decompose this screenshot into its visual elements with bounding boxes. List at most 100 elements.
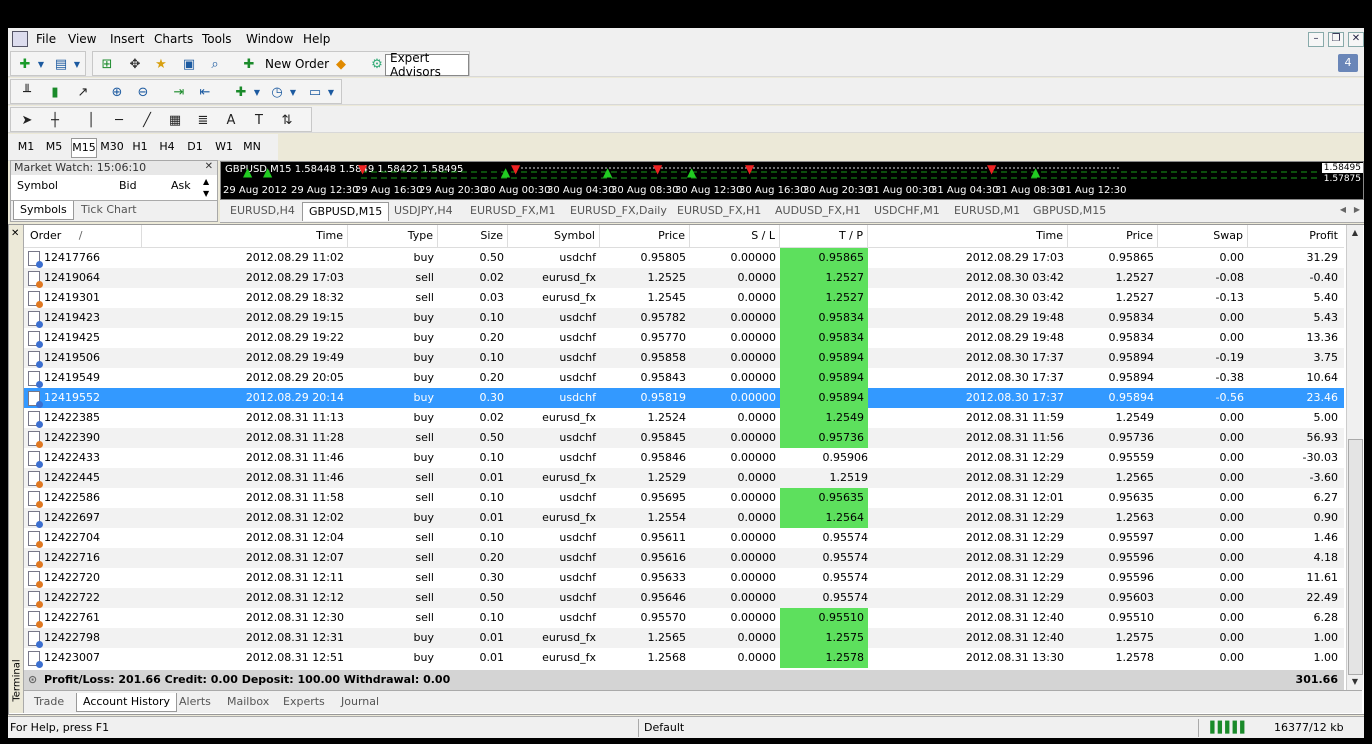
table-row[interactable]: 12423007 2012.08.31 12:51 buy 0.01 eurusd_fx… — [24, 648, 1344, 668]
col-profit[interactable]: Profit — [1248, 225, 1344, 247]
timeframe-mn[interactable]: MN — [240, 138, 264, 156]
tabs-scroll-left-icon[interactable]: ◀ — [1340, 205, 1346, 214]
tab-experts[interactable]: Experts — [283, 693, 325, 711]
timeframe-w1[interactable]: W1 — [212, 138, 236, 156]
vertical-line-icon[interactable]: │ — [83, 112, 99, 128]
col-order[interactable]: Order / — [24, 225, 142, 247]
table-row[interactable]: 12422704 2012.08.31 12:04 sell 0.10 usdchf 0.… — [24, 528, 1344, 548]
fibonacci-icon[interactable]: ≣ — [195, 112, 211, 128]
strategy-tester-icon[interactable]: ⌕ — [207, 56, 223, 72]
scroll-thumb[interactable] — [1348, 439, 1363, 675]
col-close-time[interactable]: Time — [868, 225, 1068, 247]
chart-tab-active[interactable]: GBPUSD,M15 — [302, 202, 390, 221]
text-icon[interactable]: A — [223, 112, 239, 128]
crosshair-icon[interactable]: ┼ — [47, 112, 63, 128]
menu-window[interactable]: Window — [246, 32, 293, 46]
tab-symbols[interactable]: Symbols — [13, 201, 74, 220]
menu-help[interactable]: Help — [303, 32, 330, 46]
trendline-icon[interactable]: ╱ — [139, 112, 155, 128]
col-symbol[interactable]: Symbol — [17, 179, 58, 192]
col-ask[interactable]: Ask — [171, 179, 191, 192]
table-row[interactable]: 12422385 2012.08.31 11:13 buy 0.02 eurusd_fx… — [24, 408, 1344, 428]
table-row[interactable]: 12419506 2012.08.29 19:49 buy 0.10 usdchf 0.9… — [24, 348, 1344, 368]
tab-tick-chart[interactable]: Tick Chart — [81, 201, 137, 219]
warning-icon[interactable]: ◆ — [333, 56, 349, 72]
table-row[interactable]: 12422761 2012.08.31 12:30 sell 0.10 usdchf 0.… — [24, 608, 1344, 628]
table-row[interactable]: 12422586 2012.08.31 11:58 sell 0.10 usdchf 0.… — [24, 488, 1344, 508]
table-row[interactable]: 12422722 2012.08.31 12:12 sell 0.50 usdchf 0.… — [24, 588, 1344, 608]
timeframe-h4[interactable]: H4 — [156, 138, 178, 156]
timeframe-m1[interactable]: M1 — [14, 138, 38, 156]
table-row[interactable]: 12419549 2012.08.29 20:05 buy 0.20 usdchf 0.9… — [24, 368, 1344, 388]
table-row[interactable]: 12422390 2012.08.31 11:28 sell 0.50 usdchf 0.… — [24, 428, 1344, 448]
timeframe-m30[interactable]: M30 — [99, 138, 125, 156]
chart-tab[interactable]: AUDUSD_FX,H1 — [775, 202, 861, 220]
chart-tab[interactable]: GBPUSD,M15 — [1033, 202, 1106, 220]
table-row[interactable]: 12422720 2012.08.31 12:11 sell 0.30 usdchf 0.… — [24, 568, 1344, 588]
table-row[interactable]: 12422798 2012.08.31 12:31 buy 0.01 eurusd_fx… — [24, 628, 1344, 648]
chart-tab[interactable]: EURUSD,M1 — [954, 202, 1020, 220]
app-icon[interactable] — [12, 31, 28, 47]
timeframe-d1[interactable]: D1 — [184, 138, 206, 156]
menu-insert[interactable]: Insert — [110, 32, 144, 46]
periods-icon[interactable]: ◷ — [269, 84, 285, 100]
terminal-icon[interactable]: ▣ — [181, 56, 197, 72]
templates-icon[interactable]: ▭ — [307, 84, 323, 100]
col-swap[interactable]: Swap — [1158, 225, 1248, 247]
table-row[interactable]: 12419301 2012.08.29 18:32 sell 0.03 eurusd_f… — [24, 288, 1344, 308]
chart-tab[interactable]: EURUSD_FX,M1 — [470, 202, 556, 220]
arrows-icon[interactable]: ⇅ — [279, 112, 295, 128]
menu-file[interactable]: File — [36, 32, 56, 46]
table-row[interactable]: 12419552 2012.08.29 20:14 buy 0.30 usdchf 0.9… — [24, 388, 1344, 408]
col-open-time[interactable]: Time — [142, 225, 348, 247]
table-row[interactable]: 12422433 2012.08.31 11:46 buy 0.10 usdchf 0.9… — [24, 448, 1344, 468]
expert-advisors-button[interactable]: Expert Advisors — [385, 51, 469, 79]
menu-tools[interactable]: Tools — [202, 32, 232, 46]
chevron-down-icon[interactable]: ▼ — [249, 84, 265, 100]
tab-journal[interactable]: Journal — [341, 693, 379, 711]
candlestick-icon[interactable]: ▮ — [47, 84, 63, 100]
table-row[interactable]: 12422697 2012.08.31 12:02 buy 0.01 eurusd_fx… — [24, 508, 1344, 528]
timeframe-m15[interactable]: M15 — [71, 138, 97, 158]
table-row[interactable]: 12419425 2012.08.29 19:22 buy 0.20 usdchf 0.9… — [24, 328, 1344, 348]
close-icon[interactable]: ✕ — [1348, 32, 1364, 47]
chevron-down-icon[interactable]: ▼ — [323, 84, 339, 100]
new-chart-icon[interactable]: ✚ — [17, 56, 33, 72]
col-tp[interactable]: T / P — [780, 225, 868, 247]
col-symbol[interactable]: Symbol — [508, 225, 600, 247]
col-open-price[interactable]: Price — [600, 225, 690, 247]
menu-view[interactable]: View — [68, 32, 96, 46]
market-watch-icon[interactable]: ⊞ — [99, 56, 115, 72]
zoom-in-icon[interactable]: ⊕ — [109, 84, 125, 100]
tab-trade[interactable]: Trade — [34, 693, 64, 711]
col-close-price[interactable]: Price — [1068, 225, 1158, 247]
table-row[interactable]: 12417766 2012.08.29 11:02 buy 0.50 usdchf 0.9… — [24, 248, 1344, 268]
cursor-icon[interactable]: ➤ — [19, 112, 35, 128]
table-row[interactable]: 12419423 2012.08.29 19:15 buy 0.10 usdchf 0.9… — [24, 308, 1344, 328]
table-row[interactable]: 12419064 2012.08.29 17:03 sell 0.02 eurusd_f… — [24, 268, 1344, 288]
scroll-down-icon[interactable]: ▼ — [1348, 675, 1362, 689]
scroll-up-icon[interactable]: ▲ — [1348, 226, 1362, 240]
chevron-down-icon[interactable]: ▼ — [285, 84, 301, 100]
timeframe-h1[interactable]: H1 — [129, 138, 151, 156]
line-chart-icon[interactable]: ↗ — [75, 84, 91, 100]
indicators-icon[interactable]: ✚ — [233, 84, 249, 100]
table-row[interactable]: 12422716 2012.08.31 12:07 sell 0.20 usdchf 0.… — [24, 548, 1344, 568]
chart-tab[interactable]: EURUSD_FX,H1 — [677, 202, 761, 220]
tabs-scroll-right-icon[interactable]: ▶ — [1354, 205, 1360, 214]
new-order-icon[interactable]: ✚ — [241, 56, 257, 72]
restore-icon[interactable]: ❐ — [1328, 32, 1344, 47]
table-row[interactable]: 12422445 2012.08.31 11:46 sell 0.01 eurusd_f… — [24, 468, 1344, 488]
chart-tab[interactable]: USDCHF,M1 — [874, 202, 940, 220]
chart-tab[interactable]: EURUSD_FX,Daily — [570, 202, 667, 220]
profiles-icon[interactable]: ▤ — [53, 56, 69, 72]
autoscroll-icon[interactable]: ⇤ — [197, 84, 213, 100]
close-icon[interactable]: ✕ — [11, 228, 19, 239]
menu-charts[interactable]: Charts — [154, 32, 193, 46]
minimize-icon[interactable]: – — [1308, 32, 1324, 47]
text-label-icon[interactable]: T — [251, 112, 267, 128]
chart-gbpusd-m15[interactable]: GBPUSD,M15 1.58448 1.5849 1.58422 1.5849… — [220, 161, 1364, 200]
chart-tab[interactable]: EURUSD,H4 — [230, 202, 295, 220]
equidistant-channel-icon[interactable]: ▦ — [167, 112, 183, 128]
zoom-out-icon[interactable]: ⊖ — [135, 84, 151, 100]
